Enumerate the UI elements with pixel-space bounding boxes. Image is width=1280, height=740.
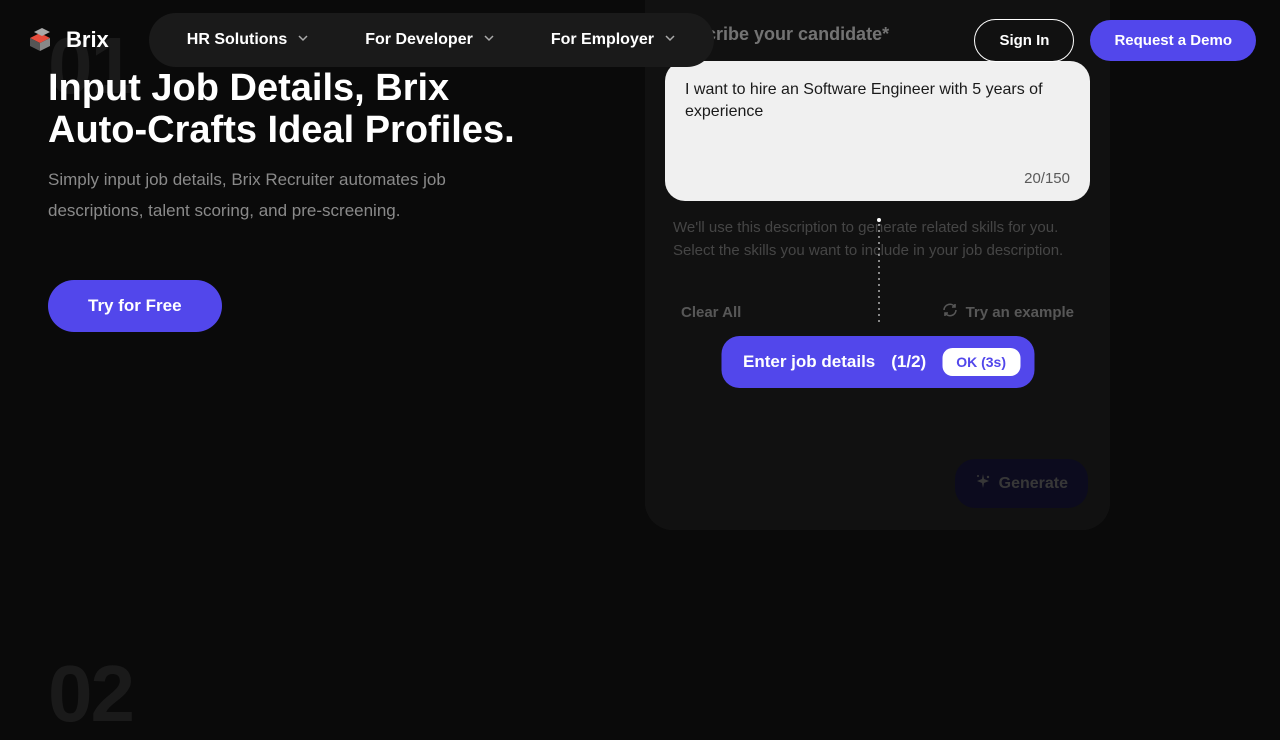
brix-logo-icon: [24, 24, 56, 56]
job-description-input[interactable]: I want to hire an Software Engineer with…: [665, 61, 1090, 201]
tooltip-ok-button[interactable]: OK (3s): [942, 348, 1020, 376]
nav-item-label: For Employer: [551, 31, 654, 49]
nav-for-employer[interactable]: For Employer: [523, 23, 704, 57]
chevron-down-icon: [297, 31, 309, 49]
onboarding-tooltip: Enter job details (1/2) OK (3s): [721, 336, 1034, 388]
brand-logo[interactable]: Brix: [24, 24, 109, 56]
hero-subtitle: Simply input job details, Brix Recruiter…: [48, 165, 488, 226]
tooltip-text: Enter job details: [743, 352, 875, 372]
chevron-down-icon: [664, 31, 676, 49]
nav-item-label: HR Solutions: [187, 31, 287, 49]
main-content: 01 Input Job Details, Brix Auto-Crafts I…: [0, 0, 1280, 720]
header: Brix HR Solutions For Developer For Empl…: [0, 0, 1280, 80]
brand-name: Brix: [66, 27, 109, 53]
nav-item-label: For Developer: [365, 31, 473, 49]
nav-hr-solutions[interactable]: HR Solutions: [159, 23, 337, 57]
hero-title: Input Job Details, Brix Auto-Crafts Idea…: [48, 68, 515, 152]
nav-for-developer[interactable]: For Developer: [337, 23, 523, 57]
hero-title-line2: Auto-Crafts Ideal Profiles.: [48, 109, 515, 151]
textarea-value: I want to hire an Software Engineer with…: [685, 79, 1070, 124]
char-count: 20/150: [1024, 170, 1070, 187]
onboarding-connector: [877, 218, 879, 326]
request-demo-button[interactable]: Request a Demo: [1090, 20, 1256, 61]
try-for-free-button[interactable]: Try for Free: [48, 280, 222, 332]
tooltip-step: (1/2): [891, 352, 926, 372]
header-actions: Sign In Request a Demo: [974, 19, 1256, 62]
section-number-02: 02: [48, 648, 133, 740]
nav-pill: HR Solutions For Developer For Employer: [149, 13, 714, 67]
chevron-down-icon: [483, 31, 495, 49]
sign-in-button[interactable]: Sign In: [974, 19, 1074, 62]
